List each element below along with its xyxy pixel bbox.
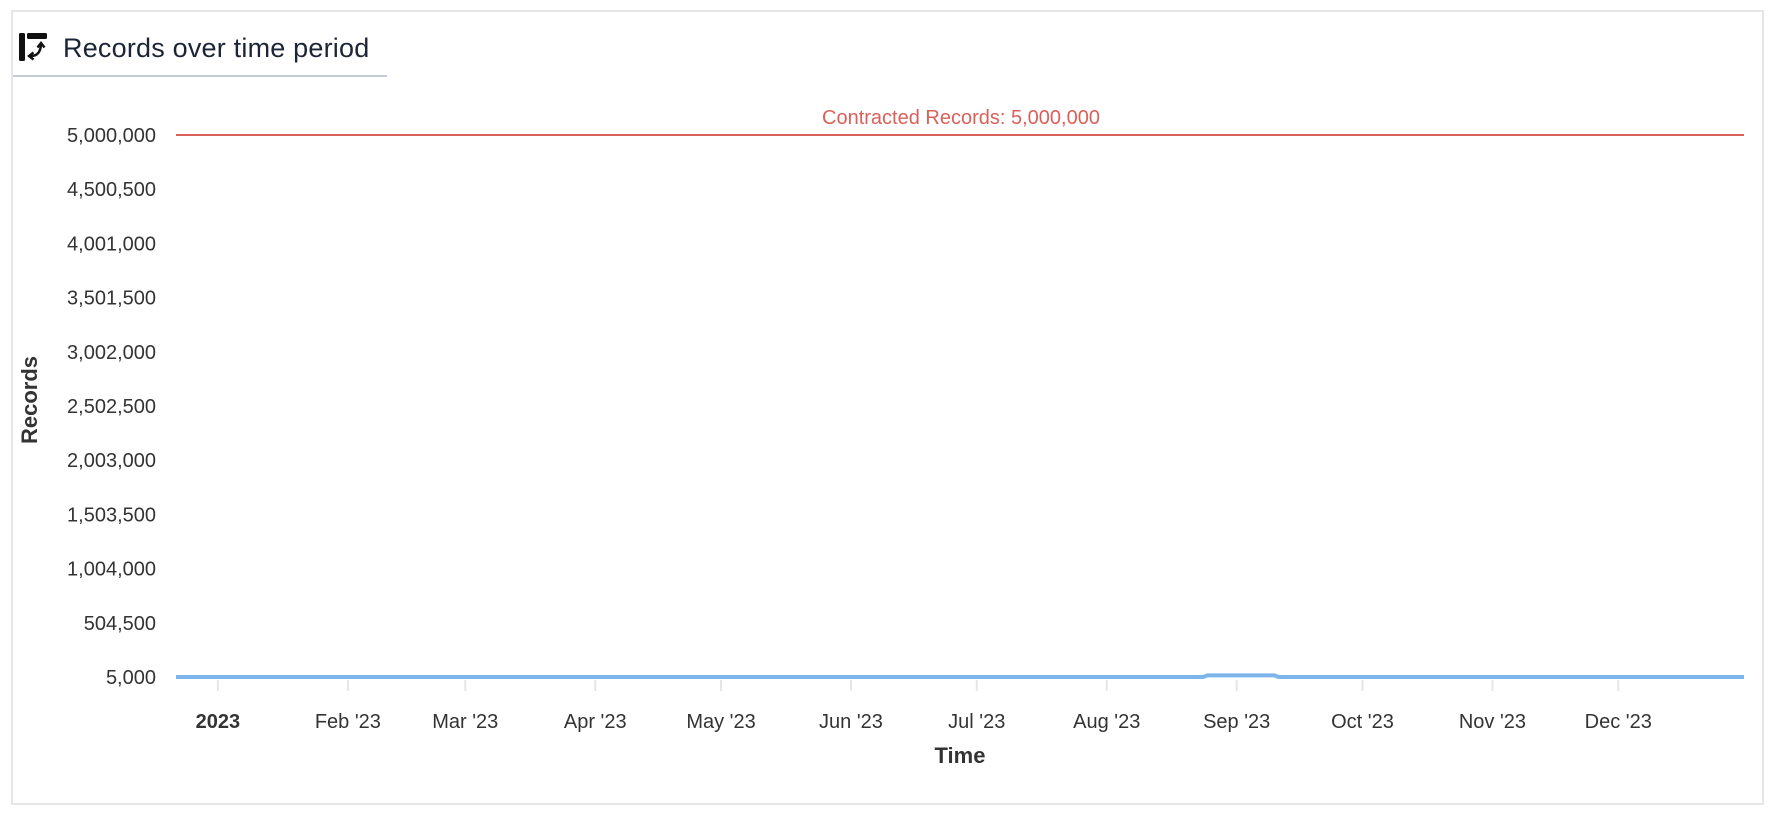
y-tick-label: 504,500	[84, 613, 156, 635]
x-tick-label: Jun '23	[819, 711, 883, 733]
y-tick-label: 5,000,000	[67, 125, 156, 147]
x-tick-label: Mar '23	[432, 711, 498, 733]
x-tick-label: Feb '23	[315, 711, 381, 733]
records-series-line[interactable]	[176, 673, 1744, 679]
x-axis-title: Time	[935, 743, 986, 768]
y-tick-label: 2,502,500	[67, 396, 156, 418]
y-tick-label: 2,003,000	[67, 450, 156, 472]
series-group	[176, 673, 1744, 679]
y-tick-label: 4,500,500	[67, 179, 156, 201]
x-tick-label: Dec '23	[1585, 711, 1652, 733]
y-axis-title: Records	[17, 356, 42, 444]
y-tick-label: 3,002,000	[67, 342, 156, 364]
plot-lines: Contracted Records: 5,000,000	[176, 107, 1744, 136]
x-axis: 2023 Feb '23 Mar '23 Apr '23 May '23 Jun '23 J…	[196, 680, 1652, 733]
x-tick-label: Sep '23	[1203, 711, 1270, 733]
y-tick-label: 4,001,000	[67, 233, 156, 255]
x-tick-label: Aug '23	[1073, 711, 1140, 733]
y-tick-label: 5,000	[106, 667, 156, 689]
x-tick-label: Apr '23	[564, 711, 627, 733]
x-tick-label: Oct '23	[1331, 711, 1394, 733]
y-tick-label: 1,503,500	[67, 504, 156, 526]
y-tick-label: 1,004,000	[67, 559, 156, 581]
x-tick-label: Jul '23	[948, 711, 1005, 733]
x-tick-label: 2023	[196, 711, 241, 733]
x-tick-label: May '23	[686, 711, 755, 733]
records-line-chart: 5,000 504,500 1,004,000 1,503,500 2,003,000 2…	[17, 107, 1744, 768]
contracted-records-label: Contracted Records: 5,000,000	[822, 107, 1100, 129]
y-axis: 5,000 504,500 1,004,000 1,503,500 2,003,000 2…	[67, 125, 156, 689]
x-tick-label: Nov '23	[1459, 711, 1526, 733]
y-tick-label: 3,501,500	[67, 288, 156, 310]
